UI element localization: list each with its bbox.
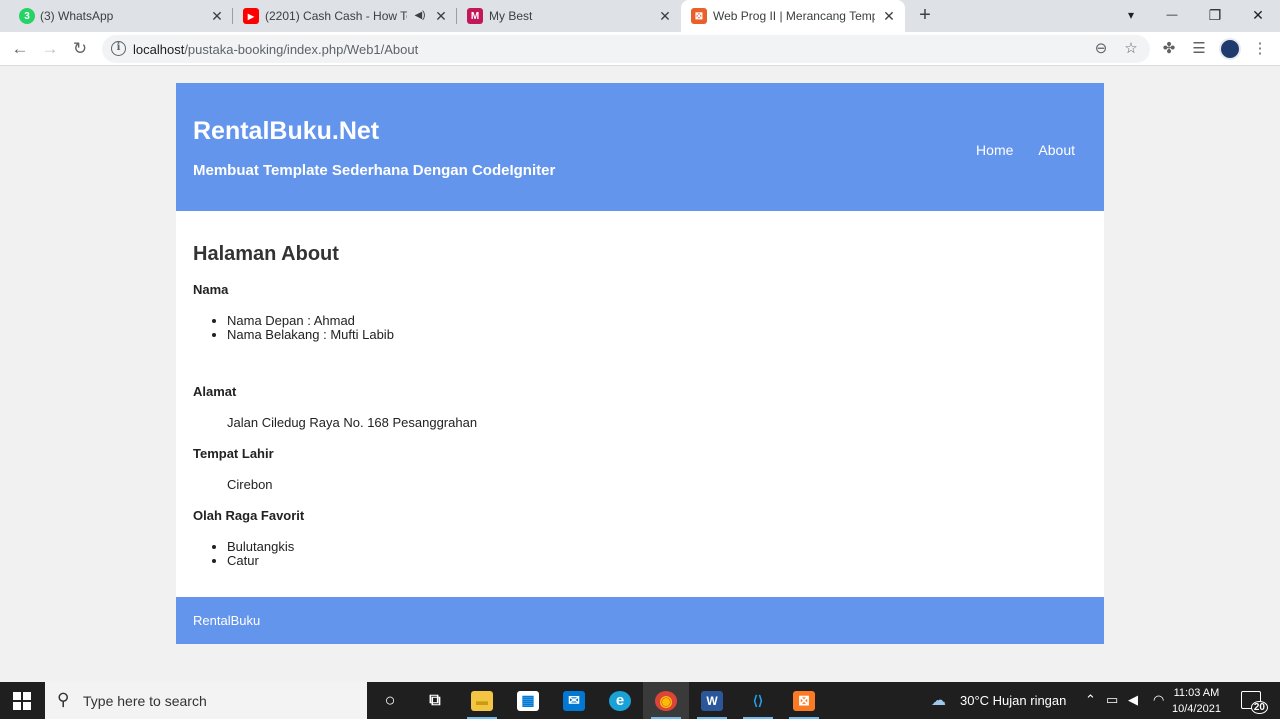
page-title: Halaman About	[193, 243, 339, 265]
list-item: Nama Belakang : Mufti Labib	[227, 328, 394, 342]
close-icon[interactable]: ✕	[881, 8, 897, 24]
site-nav: Home About	[976, 142, 1075, 158]
search-icon: ⚲	[57, 690, 70, 709]
site-footer: RentalBuku	[176, 597, 1104, 644]
windows-start-icon[interactable]	[13, 692, 31, 710]
whatsapp-icon: 3	[19, 8, 35, 24]
xampp-icon: ⊠	[691, 8, 707, 24]
tab-search-icon[interactable]: ▾	[1119, 4, 1143, 26]
page-viewport: RentalBuku.Net Membuat Template Sederhan…	[0, 67, 1280, 682]
bookmark-star-icon[interactable]: ☆	[1122, 40, 1140, 58]
task-view-icon[interactable]: ⧉	[412, 682, 458, 719]
cortana-icon[interactable]: ○	[367, 682, 413, 719]
edge-icon[interactable]: e	[597, 682, 643, 719]
taskbar-clock[interactable]: 11:03 AM 10/4/2021	[1172, 685, 1221, 717]
chrome-icon[interactable]: ◉	[643, 682, 689, 719]
notifications-icon[interactable]: 20	[1241, 691, 1268, 714]
alamat-label: Alamat	[193, 384, 237, 399]
tempat-lahir-label: Tempat Lahir	[193, 446, 274, 461]
show-hidden-icons-chevron-icon[interactable]: ⌃	[1085, 692, 1096, 708]
close-icon[interactable]: ✕	[209, 8, 225, 24]
profile-avatar[interactable]	[1219, 38, 1241, 60]
site-container: RentalBuku.Net Membuat Template Sederhan…	[176, 83, 1104, 644]
olahraga-list: Bulutangkis Catur	[227, 540, 294, 568]
page-content: Halaman About Nama Nama Depan : Ahmad Na…	[176, 211, 1104, 597]
window-close-button[interactable]: ✕	[1246, 4, 1270, 26]
list-item: Catur	[227, 554, 294, 568]
close-icon[interactable]: ✕	[433, 8, 449, 24]
url-path: /pustaka-booking/index.php/Web1/About	[184, 42, 419, 57]
tab-whatsapp[interactable]: 3 (3) WhatsApp ✕	[0, 0, 232, 32]
reload-button[interactable]: ↻	[69, 38, 91, 60]
weather-cloud-icon[interactable]: ☁	[931, 691, 946, 709]
weather-text[interactable]: 30°C Hujan ringan	[960, 693, 1066, 708]
site-brand: RentalBuku.Net	[193, 117, 380, 145]
taskbar-search-input[interactable]: ⚲ Type here to search	[45, 682, 367, 719]
mail-icon[interactable]: ✉	[551, 682, 597, 719]
alamat-value: Jalan Ciledug Raya No. 168 Pesanggrahan	[227, 415, 478, 430]
tab-title: (3) WhatsApp	[40, 9, 114, 23]
speaker-icon[interactable]: ◀)	[412, 8, 428, 24]
tempat-lahir-value: Cirebon	[227, 477, 273, 492]
footer-text: RentalBuku	[193, 613, 261, 628]
clock-date: 10/4/2021	[1172, 703, 1221, 715]
close-icon[interactable]: ✕	[657, 8, 673, 24]
battery-icon[interactable]: ▭	[1106, 692, 1118, 708]
wifi-icon[interactable]: ◠	[1153, 692, 1164, 708]
url-text[interactable]: localhost/pustaka-booking/index.php/Web1…	[133, 42, 418, 57]
youtube-icon: ▶	[243, 8, 259, 24]
url-host: localhost	[133, 42, 185, 57]
tab-strip: 3 (3) WhatsApp ✕ ▶ (2201) Cash Cash - Ho…	[0, 0, 1280, 32]
list-item: Bulutangkis	[227, 540, 294, 554]
store-icon[interactable]: ▦	[505, 682, 551, 719]
back-button[interactable]: ←	[9, 38, 31, 60]
volume-icon[interactable]: ◀	[1128, 692, 1138, 708]
notification-count: 20	[1250, 701, 1268, 714]
vscode-icon[interactable]: ⟨⟩	[735, 682, 781, 719]
tab-title: (2201) Cash Cash - How To L	[265, 9, 407, 23]
list-item: Nama Depan : Ahmad	[227, 314, 394, 328]
nav-about-link[interactable]: About	[1038, 142, 1075, 158]
mybest-icon: M	[467, 8, 483, 24]
forward-button[interactable]: →	[39, 38, 61, 60]
nama-label: Nama	[193, 282, 229, 297]
new-tab-button[interactable]: +	[914, 4, 936, 26]
file-explorer-icon[interactable]: ▬	[459, 682, 505, 719]
tab-my-best[interactable]: M My Best ✕	[456, 0, 680, 32]
site-tagline: Membuat Template Sederhana Dengan CodeIg…	[193, 162, 556, 179]
tab-youtube[interactable]: ▶ (2201) Cash Cash - How To L ◀) ✕	[232, 0, 456, 32]
tab-web-prog[interactable]: ⊠ Web Prog II | Merancang Templa ✕	[681, 0, 905, 32]
taskbar: ⚲ Type here to search ○ ⧉ ▬ ▦ ✉ e ◉ W ⟨⟩…	[0, 682, 1280, 719]
minimize-button[interactable]: —	[1160, 4, 1184, 26]
reading-list-icon[interactable]: ☰	[1189, 39, 1209, 59]
tab-title: Web Prog II | Merancang Templa	[713, 9, 875, 23]
search-placeholder: Type here to search	[83, 693, 207, 709]
zoom-icon[interactable]: ⊖	[1092, 40, 1110, 58]
site-header: RentalBuku.Net Membuat Template Sederhan…	[176, 83, 1104, 211]
xampp-icon[interactable]: ⊠	[781, 682, 827, 719]
menu-icon[interactable]: ⋮	[1250, 39, 1270, 59]
site-info-icon[interactable]: i	[111, 41, 126, 56]
olahraga-label: Olah Raga Favorit	[193, 508, 305, 523]
nav-home-link[interactable]: Home	[976, 142, 1013, 158]
clock-time: 11:03 AM	[1173, 687, 1220, 699]
nama-list: Nama Depan : Ahmad Nama Belakang : Mufti…	[227, 314, 394, 342]
restore-button[interactable]: ❐	[1203, 4, 1227, 26]
address-bar[interactable]: i localhost/pustaka-booking/index.php/We…	[102, 35, 1150, 63]
word-icon[interactable]: W	[689, 682, 735, 719]
extensions-icon[interactable]: ✤	[1159, 39, 1179, 59]
browser-toolbar: ← → ↻ i localhost/pustaka-booking/index.…	[0, 32, 1280, 66]
tab-title: My Best	[489, 9, 533, 23]
